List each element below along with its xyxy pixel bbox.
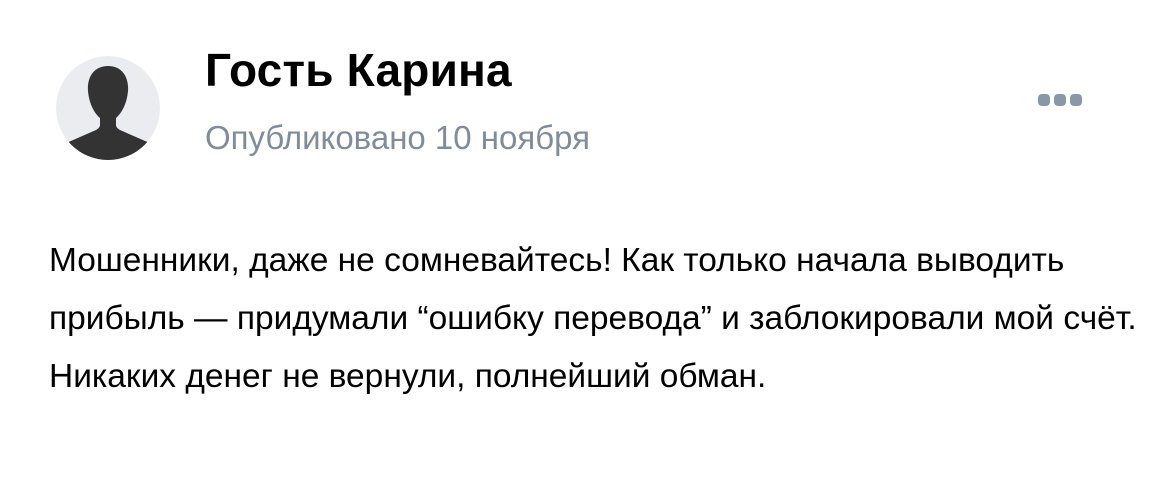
more-horizontal-icon <box>1038 94 1082 106</box>
post-date[interactable]: Опубликовано 10 ноября <box>205 116 590 160</box>
review-post: Гость Карина Опубликовано 10 ноября Моше… <box>0 0 1170 497</box>
avatar[interactable] <box>56 56 160 160</box>
user-silhouette-icon <box>56 56 160 160</box>
author-name[interactable]: Гость Карина <box>205 40 512 100</box>
post-text: Мошенники, даже не сомневайтесь! Как тол… <box>49 242 1137 395</box>
more-options-button[interactable] <box>1032 84 1096 116</box>
